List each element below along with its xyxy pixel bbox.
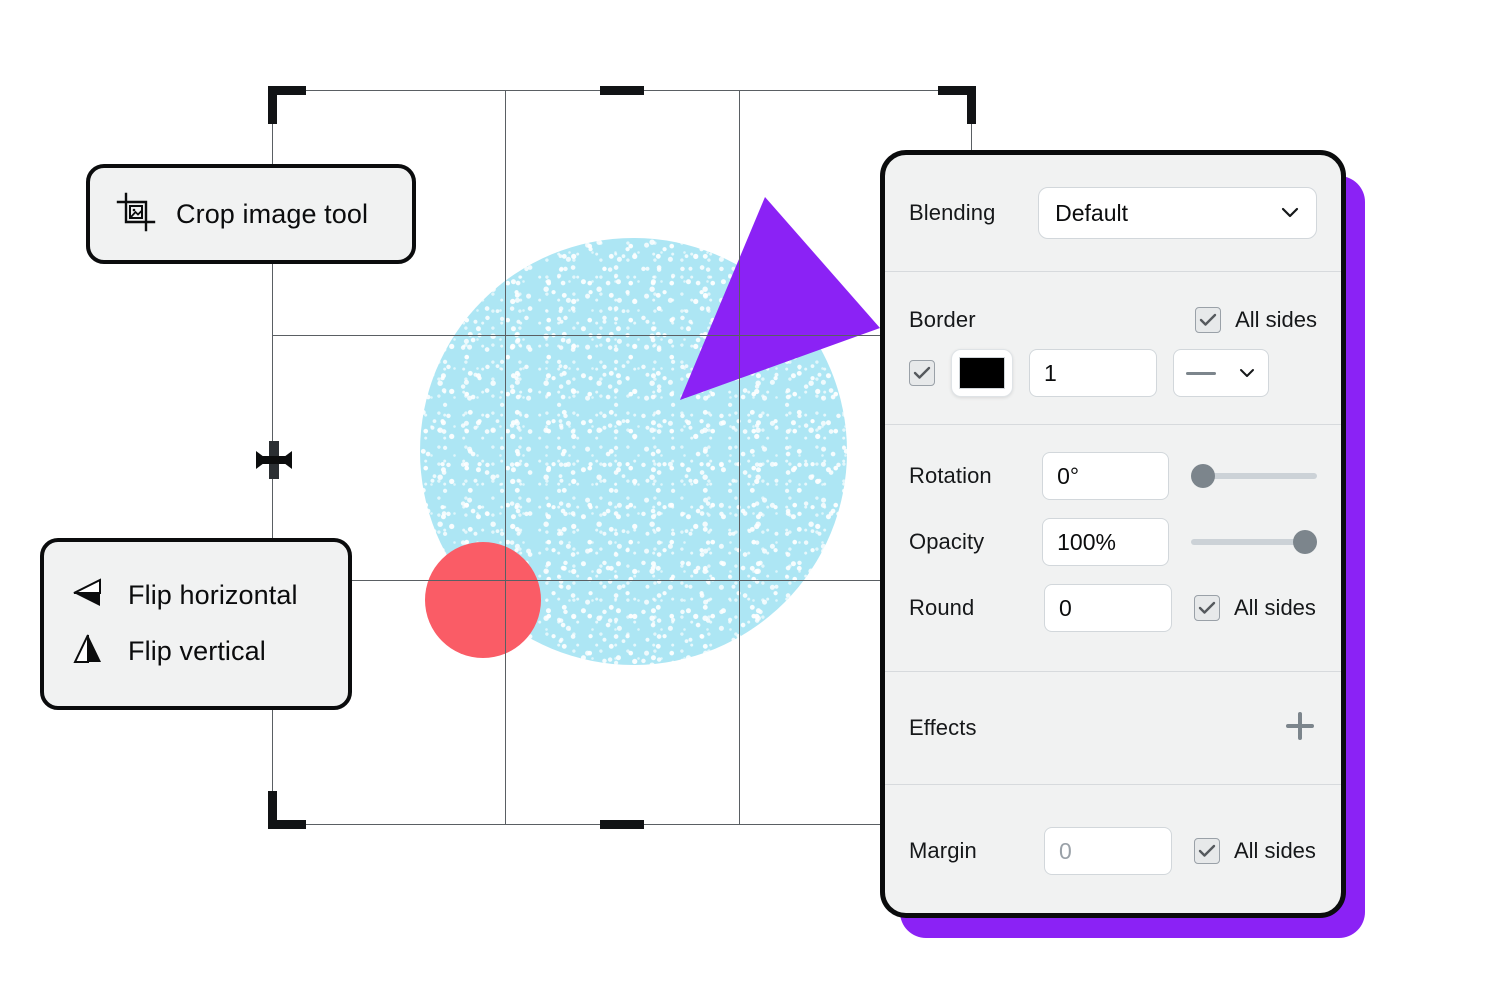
chevron-down-icon [1240, 369, 1254, 377]
blending-select[interactable]: Default [1038, 187, 1317, 239]
flip-horizontal-label: Flip horizontal [128, 580, 298, 610]
margin-value: 0 [1059, 837, 1072, 864]
crop-handle-bottom-left[interactable] [268, 791, 306, 829]
effects-section: Effects [885, 672, 1341, 784]
border-section: Border All sides 1 [885, 272, 1341, 424]
round-label: Round [909, 595, 975, 620]
border-all-sides-label: All sides [1235, 307, 1317, 332]
opacity-value: 100% [1057, 528, 1116, 555]
border-color-swatch [959, 357, 1005, 389]
checkmark-icon [1198, 844, 1216, 857]
opacity-row: Opacity 100% [909, 509, 1317, 575]
crop-image-icon [116, 192, 156, 237]
round-all-sides-control[interactable]: All sides [1194, 595, 1316, 621]
add-effect-button[interactable] [1283, 709, 1317, 748]
red-circle[interactable] [425, 542, 541, 658]
crop-image-tool-tooltip[interactable]: Crop image tool [86, 164, 416, 264]
purple-triangle-svg [680, 197, 880, 400]
shape-properties-panel: Blending Default Border All sides 1 Rota… [880, 150, 1346, 918]
margin-all-sides-checkbox[interactable] [1194, 838, 1220, 864]
checkmark-icon [1198, 601, 1216, 614]
margin-all-sides-control[interactable]: All sides [1194, 838, 1316, 864]
blending-value: Default [1055, 199, 1128, 226]
flip-horizontal-icon [70, 577, 106, 614]
rotation-value: 0° [1057, 462, 1080, 489]
round-all-sides-checkbox[interactable] [1194, 595, 1220, 621]
blending-section: Blending Default [885, 155, 1341, 271]
border-label: Border [909, 307, 976, 332]
crop-handle-top-right[interactable] [938, 86, 976, 124]
round-input[interactable]: 0 [1044, 584, 1172, 632]
rotation-slider[interactable] [1190, 463, 1317, 489]
crop-image-tool-label: Crop image tool [176, 198, 369, 229]
border-width-input[interactable]: 1 [1029, 349, 1157, 397]
opacity-slider[interactable] [1190, 529, 1317, 555]
opacity-input[interactable]: 100% [1042, 518, 1169, 566]
flip-vertical-item[interactable]: Flip vertical [70, 632, 322, 671]
opacity-label: Opacity [909, 529, 985, 554]
checkmark-icon [913, 366, 931, 379]
round-row: Round 0 All sides [909, 575, 1317, 641]
rotation-input[interactable]: 0° [1042, 452, 1169, 500]
margin-all-sides-label: All sides [1234, 838, 1316, 863]
flip-vertical-icon [70, 632, 106, 671]
chevron-down-icon [1281, 207, 1299, 218]
margin-label: Margin [909, 838, 977, 863]
rotation-row: Rotation 0° [909, 443, 1317, 509]
purple-triangle[interactable] [660, 180, 910, 420]
effects-label: Effects [909, 715, 977, 740]
rotation-slider-thumb[interactable] [1190, 464, 1215, 488]
border-enabled-checkbox[interactable] [909, 360, 935, 386]
flip-tools-tooltip[interactable]: Flip horizontal Flip vertical [40, 538, 352, 710]
margin-input[interactable]: 0 [1044, 827, 1172, 875]
blending-label: Blending [909, 200, 996, 225]
margin-section: Margin 0 All sides [885, 785, 1341, 913]
round-all-sides-label: All sides [1234, 595, 1316, 620]
plus-icon [1286, 711, 1314, 740]
border-all-sides-checkbox[interactable] [1195, 307, 1222, 333]
arrows-horizontal-icon [256, 441, 292, 479]
flip-vertical-label: Flip vertical [128, 636, 266, 666]
crop-handle-top-left[interactable] [268, 86, 306, 124]
round-value: 0 [1059, 594, 1072, 621]
border-style-select[interactable] [1173, 349, 1269, 397]
crop-handle-top-center[interactable] [600, 86, 644, 95]
rotation-label: Rotation [909, 463, 992, 488]
transform-section: Rotation 0° Opacity 100% Round 0 All sid… [885, 425, 1341, 671]
line-style-glyph [1186, 371, 1216, 375]
border-all-sides-control[interactable]: All sides [1195, 307, 1317, 333]
crop-handle-bottom-center[interactable] [600, 820, 644, 829]
flip-horizontal-item[interactable]: Flip horizontal [70, 577, 322, 614]
border-color-swatch-button[interactable] [951, 349, 1013, 397]
opacity-slider-thumb[interactable] [1293, 530, 1317, 554]
move-resize-cursor[interactable] [252, 437, 296, 483]
checkmark-icon [1199, 313, 1217, 326]
border-width-value: 1 [1044, 359, 1057, 386]
